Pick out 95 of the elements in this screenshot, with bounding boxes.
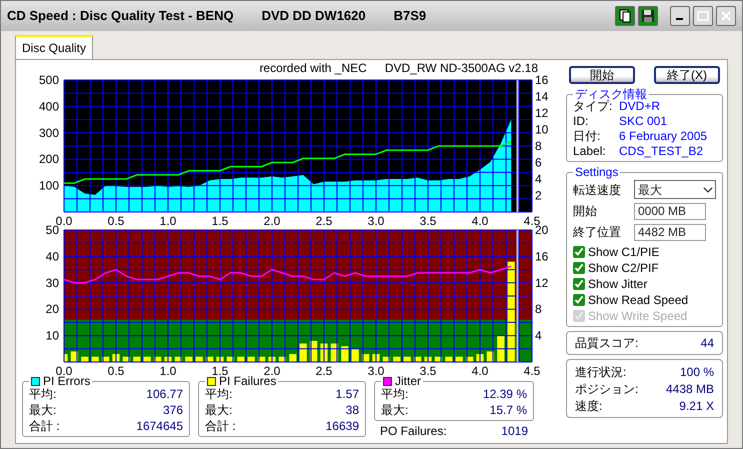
- axis-tick-label: 16: [535, 249, 548, 264]
- progress-label: 進行状況:: [575, 364, 626, 381]
- axis-tick-label: 0.0: [56, 364, 72, 375]
- stat-label: 平均:: [381, 386, 408, 402]
- axis-tick-label: 12: [535, 106, 548, 120]
- axis-tick-label: 6: [535, 156, 542, 170]
- info-label: ID:: [573, 114, 590, 129]
- axis-tick-label: 4: [535, 172, 542, 186]
- stat-value: 1.57: [336, 386, 359, 402]
- info-label: Label:: [573, 144, 607, 159]
- checkbox-label: Show C2/PIF: [588, 260, 659, 276]
- axis-tick-label: 2.0: [264, 214, 280, 225]
- stat-value: 376: [162, 402, 183, 418]
- field-label: 転送速度: [573, 182, 621, 198]
- window-title: B7S9: [394, 7, 426, 26]
- stat-value: 1674645: [136, 418, 183, 434]
- group-title: PI Errors: [43, 375, 90, 388]
- window-title: CD Speed : Disc Quality Test - BENQ: [7, 7, 234, 26]
- axis-tick-label: 10: [535, 122, 548, 136]
- stat-label: 合計 :: [205, 418, 236, 434]
- info-value: 6 February 2005: [619, 129, 708, 144]
- axis-tick-label: 40: [46, 249, 59, 264]
- progress-label: ポジション:: [575, 381, 638, 398]
- group-title: Jitter: [395, 375, 422, 388]
- axis-tick-label: 12: [535, 276, 548, 290]
- info-value: DVD+R: [619, 99, 662, 114]
- group-title: Settings: [575, 166, 618, 179]
- recorder-info: DVD_RW ND-3500AG v2.18: [384, 62, 538, 75]
- axis-tick-label: 0.5: [108, 364, 124, 375]
- axis-tick-label: 1.0: [160, 364, 176, 375]
- axis-tick-label: 4: [535, 328, 542, 343]
- info-label: 日付:: [573, 129, 602, 144]
- stat-label: 合計 :: [29, 418, 60, 434]
- axis-tick-label: 14: [535, 90, 548, 104]
- axis-tick-label: 1.5: [212, 214, 228, 225]
- axis-tick-label: 10: [46, 328, 59, 343]
- axis-tick-label: 200: [38, 152, 59, 166]
- window-title: DVD DD DW1620: [262, 7, 366, 26]
- axis-tick-label: 1.5: [212, 364, 228, 375]
- axis-tick-label: 3.5: [420, 364, 436, 375]
- group-title: PI Failures: [219, 375, 276, 388]
- field-label: 開始: [573, 203, 597, 220]
- info-value: CDS_TEST_B2: [619, 144, 704, 159]
- checkbox-label: Show Jitter: [588, 276, 648, 292]
- progress-value: 4438 MB: [666, 381, 714, 398]
- axis-tick-label: 8: [535, 139, 542, 153]
- axis-tick-label: 4.0: [472, 214, 488, 225]
- checkbox-label: Show Write Speed: [588, 308, 688, 324]
- axis-tick-label: 3.0: [368, 364, 384, 375]
- stat-value: 16639: [326, 418, 359, 434]
- axis-tick-label: 0.0: [56, 214, 72, 225]
- axis-tick-label: 50: [46, 225, 59, 237]
- axis-tick-label: 8: [535, 302, 542, 316]
- group-title: ディスク情報: [575, 88, 647, 101]
- stat-value: 38: [346, 402, 359, 418]
- axis-tick-label: 16: [535, 75, 548, 87]
- stat-value: 12.39 %: [482, 386, 527, 402]
- progress-value: 100 %: [680, 364, 714, 381]
- axis-tick-label: 30: [46, 276, 59, 290]
- axis-tick-label: 400: [38, 99, 59, 114]
- checkbox-label: Show Read Speed: [588, 292, 688, 308]
- axis-tick-label: 3.5: [420, 214, 436, 225]
- axis-tick-label: 1.0: [160, 214, 176, 225]
- stat-value: 106.77: [146, 386, 183, 402]
- stat-label: 平均:: [29, 386, 56, 402]
- stat-label: 最大:: [205, 402, 232, 418]
- field-label: 終了位置: [573, 224, 621, 241]
- stat-value: 15.7 %: [490, 402, 527, 418]
- axis-tick-label: 20: [46, 302, 59, 316]
- axis-tick-label: 2: [535, 188, 542, 202]
- axis-tick-label: 4.5: [524, 364, 540, 375]
- axis-tick-label: 0.5: [108, 214, 124, 225]
- axis-tick-label: 4.0: [472, 364, 488, 375]
- axis-tick-label: 2.5: [316, 214, 332, 225]
- recorder-info: recorded with _NEC: [259, 62, 367, 75]
- axis-tick-label: 100: [38, 178, 59, 193]
- axis-tick-label: 2.5: [316, 364, 332, 375]
- stat-label: 平均:: [205, 386, 232, 402]
- info-label: タイプ:: [573, 99, 612, 114]
- axis-tick-label: 20: [535, 225, 548, 237]
- stat-label: 最大:: [381, 402, 408, 418]
- axis-tick-label: 300: [38, 126, 59, 140]
- info-value: SKC 001: [619, 114, 668, 129]
- score-label: 品質スコア:: [575, 335, 638, 352]
- stat-value: 1019: [501, 423, 528, 439]
- checkbox-label: Show C1/PIE: [588, 244, 660, 260]
- axis-tick-label: 2.0: [264, 364, 280, 375]
- axis-tick-label: 500: [38, 75, 59, 87]
- progress-value: 9.21 X: [679, 398, 714, 415]
- stat-label: PO Failures:: [380, 423, 447, 439]
- stat-label: 最大:: [29, 402, 56, 418]
- score-value: 44: [700, 335, 714, 352]
- axis-tick-label: 4.5: [524, 214, 540, 225]
- progress-label: 速度:: [575, 398, 602, 415]
- axis-tick-label: 3.0: [368, 214, 384, 225]
